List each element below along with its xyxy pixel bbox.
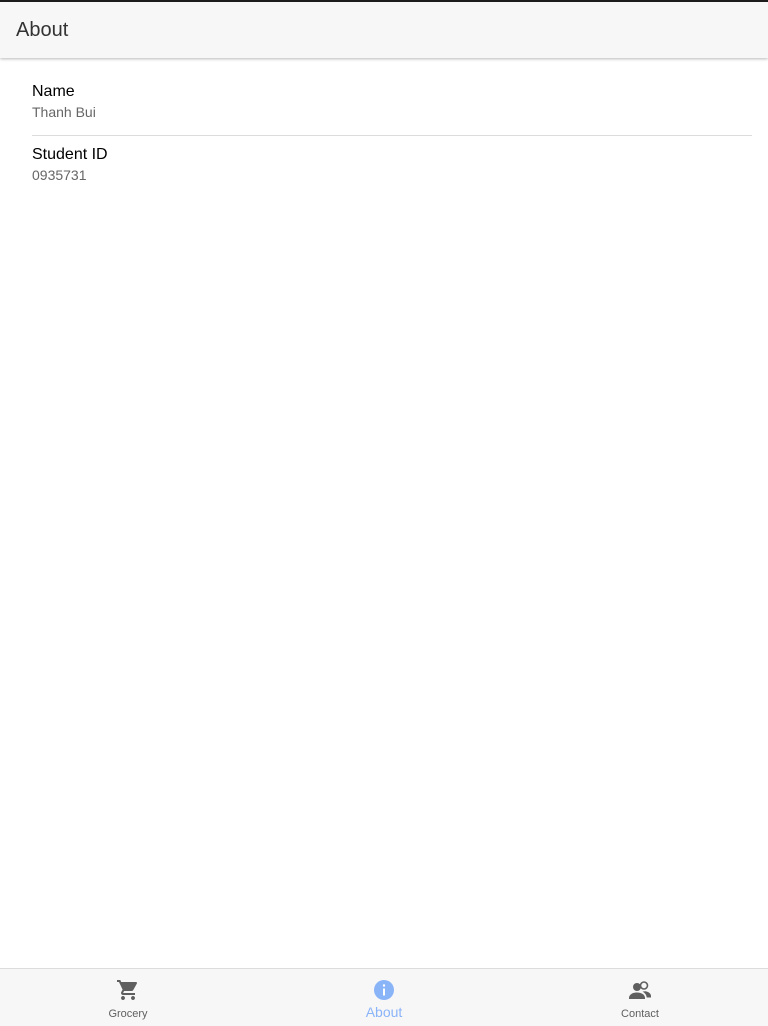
page-title: About <box>16 19 69 41</box>
tab-about-label: About <box>365 1004 403 1020</box>
list-item-name: Name Thanh Bui <box>32 58 752 135</box>
info-icon <box>374 980 394 1000</box>
tab-grocery-label: Grocery <box>108 1008 148 1020</box>
tab-contact[interactable]: Contact <box>512 969 768 1026</box>
tab-grocery[interactable]: Grocery <box>0 969 256 1026</box>
bottom-tab-bar: Grocery About Contact <box>0 968 768 1026</box>
cart-icon <box>117 980 138 1000</box>
student-id-label: Student ID <box>32 146 108 163</box>
contacts-icon <box>629 981 651 999</box>
tab-about[interactable]: About <box>256 969 512 1026</box>
details-list: Name Thanh Bui Student ID 0935731 <box>0 58 768 183</box>
tab-contact-label: Contact <box>621 1008 659 1020</box>
app-window: About Name Thanh Bui Student ID 0935731 … <box>0 0 768 1026</box>
name-value: Thanh Bui <box>32 104 96 120</box>
list-item-student-id: Student ID 0935731 <box>32 136 752 198</box>
student-id-value: 0935731 <box>32 167 87 183</box>
name-label: Name <box>32 83 75 100</box>
header-bar: About <box>0 2 768 58</box>
